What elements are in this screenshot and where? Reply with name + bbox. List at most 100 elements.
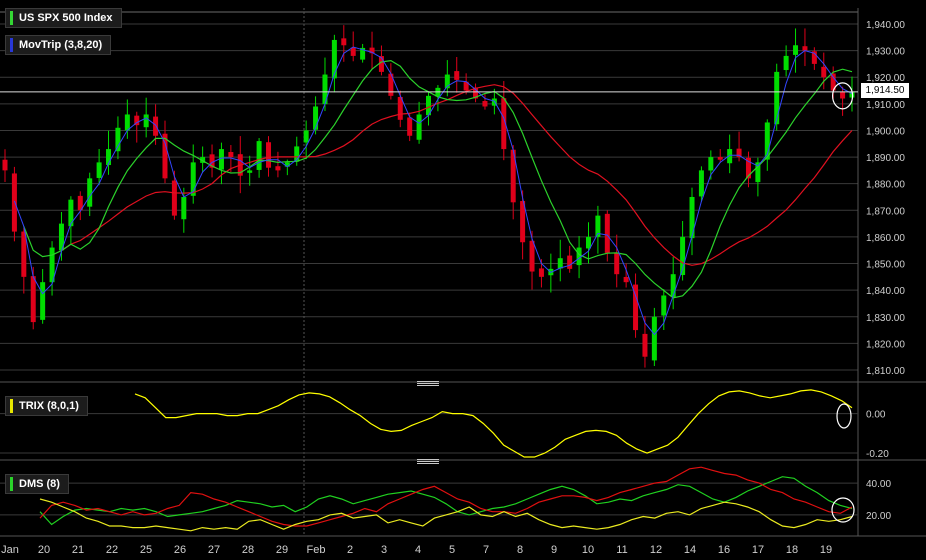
candle-body — [538, 268, 544, 277]
candle-body — [670, 274, 676, 298]
movtrip-slow-line — [61, 84, 853, 266]
candle-body — [698, 170, 704, 197]
candle-body — [585, 236, 591, 249]
candle-body — [614, 253, 620, 275]
movtrip-swatch — [10, 38, 13, 52]
candle-body — [228, 152, 234, 158]
candle-body — [124, 114, 130, 131]
candle-body — [623, 276, 629, 283]
y-tick-label: 1,830.00 — [866, 313, 905, 324]
chart-canvas: 1,810.00 1,820.00 1,830.00 1,840.00 1,850.00… — [0, 8, 926, 556]
x-tick-label: 27 — [208, 544, 220, 556]
candle-body — [341, 38, 347, 46]
price-candles — [2, 25, 855, 368]
dms-di-line — [39, 476, 853, 526]
candle-body — [821, 66, 827, 78]
y-tick-label: 1,880.00 — [866, 180, 905, 191]
y-tick-label: 1,820.00 — [866, 339, 905, 350]
candle-body — [68, 199, 74, 227]
candle-body — [717, 156, 723, 160]
candle-body — [840, 91, 846, 99]
x-tick-label: 2 — [347, 544, 353, 556]
candle-body — [774, 71, 780, 125]
x-tick-label: 5 — [449, 544, 455, 556]
movtrip-mid-line — [23, 59, 853, 299]
candle-body — [40, 282, 46, 320]
candle-body — [143, 114, 149, 128]
candle-body — [802, 46, 808, 51]
y-tick-label: 1,890.00 — [866, 153, 905, 164]
candle-body — [557, 258, 563, 269]
movtrip-fast-line — [13, 46, 853, 336]
legend-index-label: US SPX 500 Index — [19, 12, 113, 24]
x-tick-label: 22 — [106, 544, 118, 556]
x-tick-label: 18 — [786, 544, 798, 556]
y-tick-label: -0.20 — [866, 449, 889, 460]
candle-body — [313, 106, 319, 130]
candle-body — [689, 196, 695, 239]
x-tick-label: 28 — [242, 544, 254, 556]
y-tick-label: 1,810.00 — [866, 366, 905, 377]
candle-body — [256, 141, 262, 170]
x-tick-label: Jan — [1, 544, 19, 556]
candle-body — [171, 180, 177, 216]
candle-body — [407, 117, 413, 136]
y-tick-label: 20.00 — [866, 511, 891, 522]
price-overlays — [0, 46, 858, 336]
candle-body — [783, 55, 789, 71]
candle-body — [275, 166, 281, 171]
last-price-tag: 1,914.50 — [861, 83, 909, 98]
x-tick-label: 9 — [551, 544, 557, 556]
candle-body — [153, 116, 159, 136]
y-tick-label: 1,940.00 — [866, 20, 905, 31]
candle-body — [181, 196, 187, 220]
x-tick-label: 16 — [718, 544, 730, 556]
candle-body — [482, 101, 488, 107]
candle-body — [567, 255, 573, 269]
candle-body — [96, 162, 102, 178]
candle-body — [115, 127, 121, 152]
x-tick-label: 29 — [276, 544, 288, 556]
candle-body — [303, 130, 309, 143]
trix-swatch — [10, 399, 13, 413]
candle-body — [416, 114, 422, 140]
x-tick-label: 25 — [140, 544, 152, 556]
x-tick-label: 8 — [517, 544, 523, 556]
candle-body — [793, 45, 799, 55]
candle-body — [661, 295, 667, 316]
y-tick-label: 0.00 — [866, 410, 886, 421]
candle-body — [642, 333, 648, 357]
x-tick-label: 10 — [582, 544, 594, 556]
legend-trix-label: TRIX (8,0,1) — [19, 400, 79, 412]
x-tick-label: 12 — [650, 544, 662, 556]
x-tick-label: 20 — [38, 544, 50, 556]
y-tick-label: 1,850.00 — [866, 260, 905, 271]
candle-body — [266, 142, 272, 168]
panel-resize-handle[interactable] — [417, 459, 439, 465]
legend-trix[interactable]: TRIX (8,0,1) — [5, 396, 88, 416]
y-tick-label: 1,910.00 — [866, 100, 905, 111]
legend-dms[interactable]: DMS (8) — [5, 474, 69, 494]
candle-body — [247, 170, 253, 173]
x-tick-label: 21 — [72, 544, 84, 556]
candle-body — [11, 173, 17, 232]
panel-resize-handle[interactable] — [417, 381, 439, 387]
y-tick-label: 1,870.00 — [866, 206, 905, 217]
candle-body — [454, 71, 460, 80]
legend-movtrip[interactable]: MovTrip (3,8,20) — [5, 35, 112, 55]
y-tick-label: 40.00 — [866, 479, 891, 490]
x-tick-label: 4 — [415, 544, 421, 556]
legend-index[interactable]: US SPX 500 Index — [5, 8, 122, 28]
trix-line — [134, 389, 853, 458]
highlight-circle — [836, 403, 852, 429]
candle-body — [708, 157, 714, 171]
legend-movtrip-label: MovTrip (3,8,20) — [19, 39, 103, 51]
grid-lines — [0, 8, 926, 537]
x-tick-label: Feb — [307, 544, 326, 556]
y-tick-label: 1,930.00 — [866, 47, 905, 58]
x-tick-label: 14 — [684, 544, 696, 556]
x-tick-label: 7 — [483, 544, 489, 556]
y-tick-label: 1,900.00 — [866, 126, 905, 137]
candle-body — [87, 178, 93, 207]
x-tick-label: 19 — [820, 544, 832, 556]
